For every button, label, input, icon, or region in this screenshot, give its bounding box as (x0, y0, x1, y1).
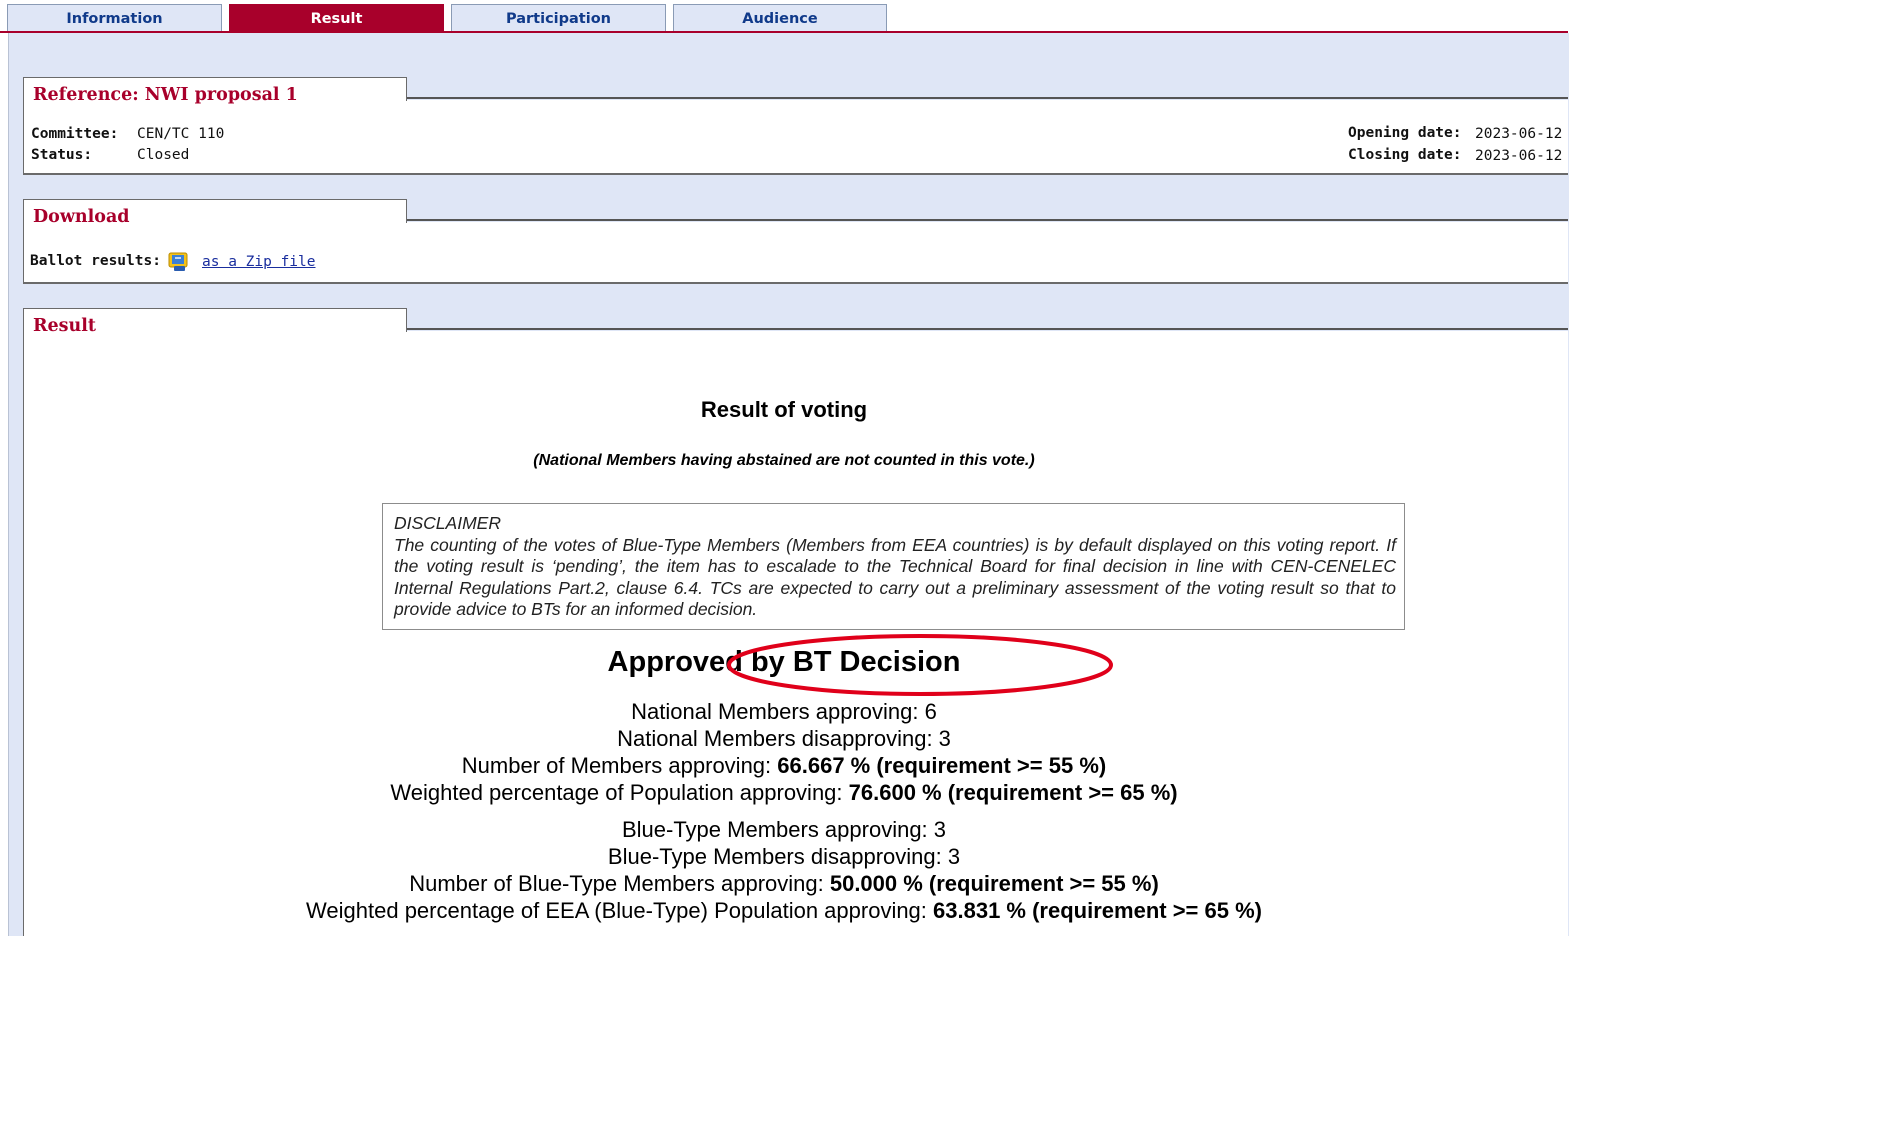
disclaimer-text: The counting of the votes of Blue-Type M… (394, 534, 1396, 620)
disclaimer-title: DISCLAIMER (394, 513, 501, 533)
tab-participation[interactable]: Participation (451, 4, 666, 31)
panel-divider (407, 97, 1568, 99)
closing-date-label: Closing date: (1348, 147, 1462, 163)
committee-label: Committee: (31, 126, 119, 142)
opening-date-label: Opening date: (1348, 125, 1462, 141)
panel-divider (407, 328, 1568, 330)
disclaimer-box: DISCLAIMER The counting of the votes of … (382, 503, 1405, 630)
reference-title: Reference: NWI proposal 1 (33, 85, 298, 105)
panel-divider (407, 219, 1568, 221)
national-approving: National Members approving: 6 (631, 699, 937, 724)
zip-download-link[interactable]: as a Zip file (202, 254, 316, 270)
result-title: Result (33, 316, 96, 336)
national-population-percentage-value: 76.600 % (requirement >= 65 %) (848, 780, 1178, 805)
national-disapproving: National Members disapproving: 3 (617, 726, 951, 751)
blue-type-members-percentage-value: 50.000 % (requirement >= 55 %) (829, 871, 1159, 896)
abstain-note: (National Members having abstained are n… (533, 452, 1035, 469)
status-value: Closed (137, 147, 190, 163)
download-panel: Download Ballot results: as a Zip file (23, 199, 1568, 284)
blue-type-population-percentage-value: 63.831 % (requirement >= 65 %) (933, 898, 1262, 923)
reference-panel-body (23, 100, 1568, 175)
tab-result[interactable]: Result (229, 4, 444, 31)
blue-type-population-percentage: Weighted percentage of EEA (Blue-Type) P… (0, 897, 1568, 924)
tab-information[interactable]: Information (7, 4, 222, 31)
closing-date-value: 2023-06-12 (1475, 148, 1563, 164)
status-label: Status: (31, 147, 93, 163)
national-members-percentage-value: 66.667 % (requirement >= 55 %) (777, 753, 1107, 778)
zip-file-icon[interactable] (166, 249, 192, 273)
blue-type-population-percentage-label: Weighted percentage of EEA (Blue-Type) P… (306, 898, 934, 923)
blue-type-members-percentage: Number of Blue-Type Members approving: 5… (0, 870, 1568, 897)
national-members-percentage-label: Number of Members approving: (461, 753, 778, 778)
highlight-ellipse (727, 634, 1113, 696)
reference-panel: Reference: NWI proposal 1 Committee: CEN… (23, 77, 1568, 175)
blue-type-approving: Blue-Type Members approving: 3 (621, 817, 947, 842)
download-title: Download (33, 207, 130, 227)
national-population-percentage-label: Weighted percentage of Population approv… (390, 780, 849, 805)
ballot-results-label: Ballot results: (30, 253, 161, 269)
download-panel-body (23, 222, 1568, 284)
blue-type-disapproving: Blue-Type Members disapproving: 3 (607, 844, 961, 869)
tab-bar: Information Result Participation Audienc… (0, 0, 1568, 33)
tab-audience[interactable]: Audience (673, 4, 887, 31)
opening-date-value: 2023-06-12 (1475, 126, 1563, 142)
result-heading: Result of voting (700, 397, 868, 422)
committee-value: CEN/TC 110 (137, 126, 225, 142)
national-population-percentage: Weighted percentage of Population approv… (0, 779, 1568, 806)
blue-type-members-percentage-label: Number of Blue-Type Members approving: (409, 871, 830, 896)
national-members-percentage: Number of Members approving: 66.667 % (r… (0, 752, 1568, 779)
